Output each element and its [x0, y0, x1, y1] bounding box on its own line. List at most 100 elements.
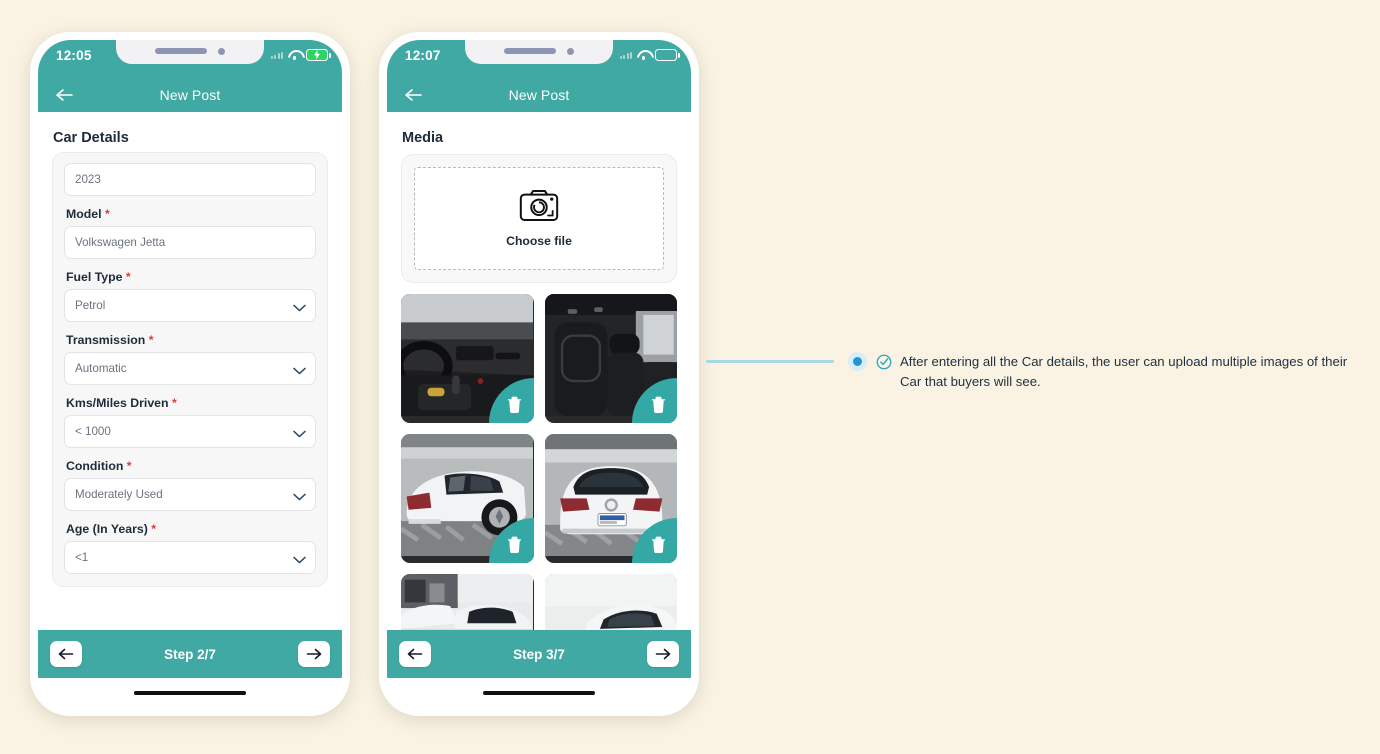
field-fuel-type: Fuel Type * Petrol	[64, 270, 316, 322]
file-dropzone[interactable]: Choose file	[414, 167, 664, 270]
speaker-grille	[504, 48, 556, 54]
transmission-select[interactable]: Automatic	[64, 352, 316, 385]
car-details-form: 2023 Model * Volkswagen Jetta Fuel Type …	[52, 152, 328, 587]
step-navigation-bar: Step 2/7	[38, 630, 342, 678]
check-circle-icon	[876, 354, 892, 375]
required-marker: *	[171, 396, 177, 410]
trash-icon	[651, 396, 665, 413]
wifi-icon	[637, 50, 650, 60]
kms-driven-select[interactable]: < 1000	[64, 415, 316, 448]
required-marker: *	[151, 522, 157, 536]
media-upload-card: Choose file	[401, 154, 677, 283]
trash-icon	[651, 536, 665, 553]
field-model: Model * Volkswagen Jetta	[64, 207, 316, 259]
next-step-button[interactable]	[298, 641, 330, 667]
annotation-text: After entering all the Car details, the …	[900, 354, 1348, 389]
car-exterior-partial-left[interactable]	[401, 574, 534, 630]
field-transmission: Transmission * Automatic	[64, 333, 316, 385]
battery-charging-icon	[306, 49, 331, 61]
home-indicator[interactable]	[483, 690, 595, 696]
required-marker: *	[104, 207, 110, 221]
status-bar: 12:07	[387, 40, 691, 78]
chevron-down-icon	[293, 491, 306, 500]
page-title: New Post	[508, 87, 570, 103]
camera-icon	[519, 189, 559, 227]
year-value: 2023	[75, 173, 101, 186]
status-bar: 12:05	[38, 40, 342, 78]
label-model: Model *	[66, 207, 110, 221]
age-value: <1	[75, 551, 89, 564]
status-icons	[270, 49, 331, 61]
phone-screen: 12:07 New Post Media Choose file Step 3/…	[387, 40, 691, 708]
required-marker: *	[148, 333, 154, 347]
section-title-media: Media	[402, 130, 444, 146]
age-select[interactable]: <1	[64, 541, 316, 574]
model-field[interactable]: Volkswagen Jetta	[64, 226, 316, 259]
chevron-down-icon	[293, 365, 306, 374]
home-indicator-area	[38, 678, 342, 708]
notch	[116, 40, 264, 64]
status-time: 12:05	[56, 48, 92, 63]
signal-icon	[270, 50, 283, 60]
trash-icon	[507, 536, 522, 553]
wifi-icon	[288, 50, 301, 60]
car-exterior-partial-right[interactable]	[544, 574, 677, 630]
condition-select[interactable]: Moderately Used	[64, 478, 316, 511]
page-title: New Post	[159, 87, 221, 103]
condition-value: Moderately Used	[75, 488, 163, 501]
previous-step-button[interactable]	[399, 641, 431, 667]
step-navigation-bar: Step 3/7	[387, 630, 691, 678]
fuel-type-value: Petrol	[75, 299, 106, 312]
previous-step-button[interactable]	[50, 641, 82, 667]
field-condition: Condition * Moderately Used	[64, 459, 316, 511]
car-exterior-rear[interactable]	[544, 434, 677, 563]
section-title-car-details: Car Details	[53, 130, 129, 146]
phone-screen: 12:05 New Post Car Details 2023 Model * …	[38, 40, 342, 708]
trash-icon	[507, 396, 522, 413]
status-icons	[619, 49, 680, 61]
label-kms-driven: Kms/Miles Driven *	[66, 396, 177, 410]
required-marker: *	[126, 459, 132, 473]
front-camera-icon	[218, 47, 225, 55]
signal-icon	[619, 50, 632, 60]
media-content: Media Choose file	[387, 112, 691, 630]
notch	[465, 40, 613, 64]
connector-dot	[853, 357, 862, 366]
field-year: 2023	[64, 163, 316, 196]
battery-icon	[655, 49, 680, 61]
car-exterior-rear-side[interactable]	[401, 434, 534, 563]
phone-media: 12:07 New Post Media Choose file Step 3/…	[379, 32, 699, 716]
next-step-button[interactable]	[647, 641, 679, 667]
chevron-down-icon	[293, 428, 306, 437]
front-camera-icon	[567, 47, 574, 55]
status-time: 12:07	[405, 48, 441, 63]
car-interior-dashboard[interactable]	[401, 294, 534, 423]
field-kms-driven: Kms/Miles Driven * < 1000	[64, 396, 316, 448]
form-content: Car Details 2023 Model * Volkswagen Jett…	[38, 112, 342, 630]
back-arrow-icon[interactable]	[403, 87, 423, 103]
step-indicator: Step 2/7	[164, 646, 216, 662]
year-field[interactable]: 2023	[64, 163, 316, 196]
transmission-value: Automatic	[75, 362, 127, 375]
label-condition: Condition *	[66, 459, 132, 473]
back-arrow-icon[interactable]	[54, 87, 74, 103]
field-age: Age (In Years) * <1	[64, 522, 316, 574]
fuel-type-select[interactable]: Petrol	[64, 289, 316, 322]
thumbnail-grid	[401, 294, 677, 630]
speaker-grille	[155, 48, 207, 54]
app-bar: New Post	[387, 78, 691, 112]
chevron-down-icon	[293, 302, 306, 311]
home-indicator-area	[387, 678, 691, 708]
annotation-connector-line	[706, 360, 834, 363]
step-indicator: Step 3/7	[513, 646, 565, 662]
car-interior-seats[interactable]	[544, 294, 677, 423]
phone-car-details: 12:05 New Post Car Details 2023 Model * …	[30, 32, 350, 716]
label-age: Age (In Years) *	[66, 522, 157, 536]
annotation-callout: After entering all the Car details, the …	[876, 352, 1356, 392]
required-marker: *	[125, 270, 131, 284]
model-value: Volkswagen Jetta	[75, 236, 166, 249]
kms-driven-value: < 1000	[75, 425, 111, 438]
chevron-down-icon	[293, 554, 306, 563]
home-indicator[interactable]	[134, 690, 246, 696]
label-fuel-type: Fuel Type *	[66, 270, 131, 284]
